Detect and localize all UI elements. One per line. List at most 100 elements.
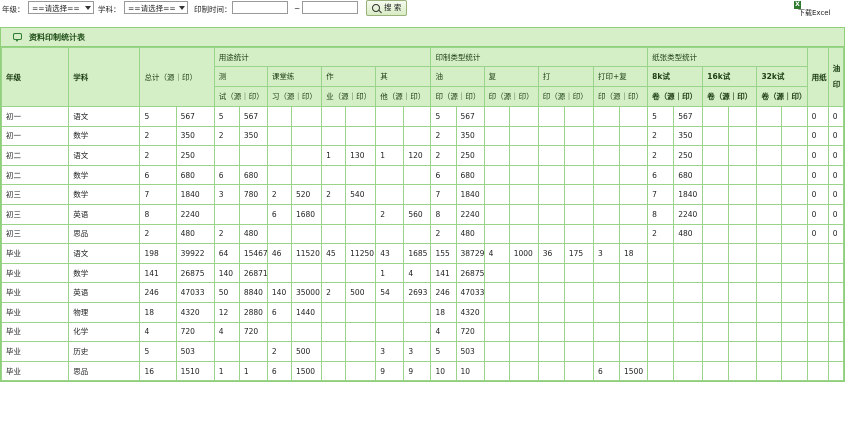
col-16k: 16k试 (702, 66, 758, 87)
table-cell (537, 360, 565, 382)
chat-bubble-icon (13, 33, 22, 42)
col-print-copy: 打印+复 (592, 66, 649, 87)
table-cell: 64 (213, 243, 240, 264)
table-cell: 3 (375, 341, 405, 362)
table-cell (756, 243, 782, 264)
table-cell: 250 (175, 145, 215, 166)
table-cell (702, 223, 730, 245)
table-cell (780, 164, 808, 186)
table-cell: 5 (647, 106, 675, 127)
table-cell: 9 (375, 360, 405, 382)
table-cell (806, 321, 829, 343)
table-cell: 毕业 (0, 321, 70, 343)
end-date-input[interactable] (302, 1, 358, 14)
table-cell: 680 (673, 164, 704, 186)
table-cell: 0 (806, 223, 829, 245)
table-cell (213, 203, 240, 225)
table-cell (238, 203, 268, 225)
table-cell: 26875 (175, 262, 215, 284)
table-cell (619, 321, 649, 343)
table-cell: 720 (175, 321, 215, 343)
table-cell: 2 (266, 341, 292, 362)
table-cell: 36 (537, 243, 565, 264)
table-cell: 初三 (0, 203, 70, 225)
table-cell (780, 145, 808, 166)
table-cell (483, 223, 510, 245)
table-cell (403, 164, 432, 186)
table-cell: 历史 (68, 341, 141, 362)
table-cell (619, 301, 649, 323)
table-cell: 数学 (68, 262, 141, 284)
table-cell (647, 243, 675, 264)
table-cell (780, 341, 808, 362)
table-cell (592, 106, 621, 127)
stats-panel: 资料印制统计表 年级 学科 总计（源｜印） 用途统计 印制类型统计 纸张类型统计… (0, 27, 845, 382)
col-copy-sub: 印（源｜印） (483, 86, 539, 107)
subject-label: 学科： (98, 5, 121, 14)
table-cell: 6 (266, 203, 292, 225)
table-cell: 2693 (403, 282, 432, 303)
table-cell (483, 184, 510, 205)
table-cell (673, 243, 704, 264)
table-cell: 2 (647, 125, 675, 147)
col-print: 打 (537, 66, 594, 87)
table-cell (508, 203, 539, 225)
table-cell: 1680 (290, 203, 323, 225)
table-cell: 6 (139, 164, 177, 186)
table-cell (619, 145, 649, 166)
table-cell (756, 106, 782, 127)
table-cell: 0 (806, 203, 829, 225)
table-cell (345, 125, 377, 147)
table-cell (483, 203, 510, 225)
table-cell: 5 (139, 341, 177, 362)
table-row: 毕业 历史 5 503 2 500 3 3 5 503 (0, 341, 845, 362)
table-cell: 140 (213, 262, 240, 284)
col-group-paper-type: 纸张类型统计 (647, 47, 808, 67)
table-cell: 2 (321, 184, 347, 205)
table-cell: 2 (647, 223, 675, 245)
table-cell (592, 262, 621, 284)
table-cell: 物理 (68, 301, 141, 323)
table-cell: 16 (139, 360, 177, 382)
table-cell (375, 184, 405, 205)
table-cell (827, 282, 845, 303)
table-cell: 350 (455, 125, 485, 147)
table-row: 毕业 化学 4 720 4 720 4 720 (0, 321, 845, 343)
table-cell: 2880 (238, 301, 268, 323)
download-excel-link[interactable]: X 下载Excel (792, 1, 842, 17)
table-cell (345, 341, 377, 362)
table-cell (508, 106, 539, 127)
table-cell: 500 (345, 282, 377, 303)
table-cell (290, 262, 323, 284)
table-cell (508, 360, 539, 382)
start-date-input[interactable] (232, 1, 288, 14)
table-cell: 2 (375, 203, 405, 225)
table-row: 毕业 英语 246 47033 50 8840 140 35000 2 500 54 2693 246 4… (0, 282, 845, 303)
table-cell: 130 (345, 145, 377, 166)
table-cell: 11520 (290, 243, 323, 264)
table-cell: 5 (430, 341, 457, 362)
table-cell (483, 282, 510, 303)
table-cell (592, 321, 621, 343)
table-cell: 50 (213, 282, 240, 303)
grade-select[interactable]: ==请选择== (28, 1, 94, 14)
table-cell (345, 321, 377, 343)
table-cell: 680 (238, 164, 268, 186)
table-cell: 2 (647, 145, 675, 166)
table-cell (702, 341, 730, 362)
subject-select[interactable]: ==请选择== (124, 1, 188, 14)
table-cell: 198 (139, 243, 177, 264)
search-button[interactable]: 搜 索 (366, 0, 407, 16)
col-other-sub: 他（源｜印） (375, 86, 432, 107)
table-cell (375, 106, 405, 127)
table-cell (563, 145, 594, 166)
table-cell: 0 (827, 164, 845, 186)
table-cell (563, 223, 594, 245)
table-cell (321, 301, 347, 323)
table-cell (508, 321, 539, 343)
table-cell (728, 262, 758, 284)
table-cell (780, 106, 808, 127)
table-cell: 720 (238, 321, 268, 343)
table-cell (827, 360, 845, 382)
table-cell: 1 (238, 360, 268, 382)
